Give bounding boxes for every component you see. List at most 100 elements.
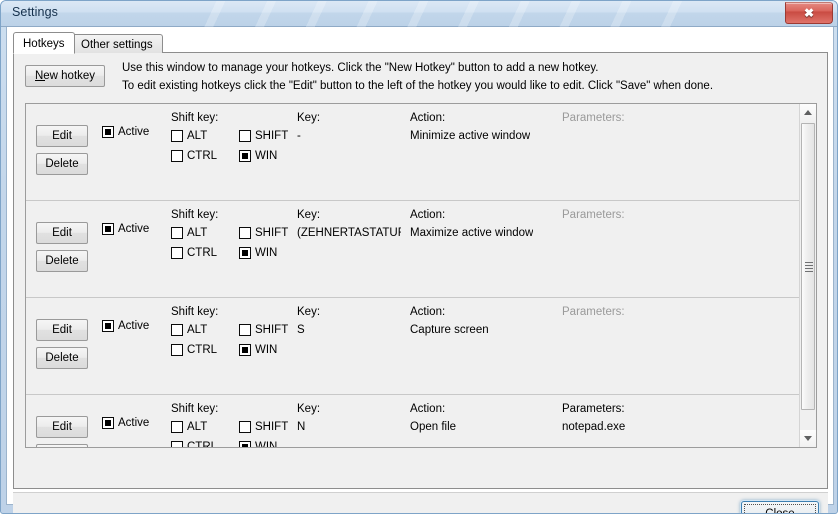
checkbox-icon bbox=[239, 247, 251, 259]
ctrl-checkbox[interactable]: CTRL bbox=[171, 344, 217, 356]
delete-button[interactable]: Delete bbox=[36, 250, 88, 272]
checkbox-icon bbox=[171, 344, 183, 356]
dialog-footer: Close bbox=[13, 492, 828, 513]
edit-button[interactable]: Edit bbox=[36, 222, 88, 244]
checkbox-icon bbox=[239, 130, 251, 142]
tab-hotkeys[interactable]: Hotkeys bbox=[13, 32, 75, 54]
close-x-icon: ✖ bbox=[803, 6, 815, 20]
delete-button[interactable]: Delete bbox=[36, 347, 88, 369]
shift-checkbox[interactable]: SHIFT bbox=[239, 227, 288, 239]
checkbox-icon bbox=[102, 417, 114, 429]
alt-checkbox[interactable]: ALT bbox=[171, 130, 207, 142]
parameters-value: notepad.exe bbox=[562, 421, 626, 433]
ctrl-label: CTRL bbox=[187, 344, 218, 356]
win-label: WIN bbox=[255, 150, 278, 162]
close-button[interactable]: Close bbox=[741, 501, 819, 513]
new-hotkey-label: New hotkey bbox=[34, 70, 96, 82]
edit-button[interactable]: Edit bbox=[36, 416, 88, 438]
alt-checkbox[interactable]: ALT bbox=[171, 324, 207, 336]
checkbox-icon bbox=[239, 324, 251, 336]
active-label: Active bbox=[118, 417, 150, 429]
triangle-down-icon bbox=[804, 436, 812, 441]
key-heading: Key: bbox=[297, 112, 321, 124]
tab-hotkeys-label: Hotkeys bbox=[23, 38, 65, 50]
key-heading: Key: bbox=[297, 209, 321, 221]
ctrl-checkbox[interactable]: CTRL bbox=[171, 150, 217, 162]
delete-button[interactable]: Delete bbox=[36, 153, 88, 175]
hotkey-row: Edit Delete Active Shift key: ALT bbox=[26, 201, 801, 298]
active-checkbox[interactable]: Active bbox=[102, 417, 149, 429]
win-label: WIN bbox=[255, 441, 278, 447]
action-value: Minimize active window bbox=[410, 130, 531, 142]
win-label: WIN bbox=[255, 247, 278, 259]
edit-button-label: Edit bbox=[52, 227, 72, 239]
shift-key-heading: Shift key: bbox=[171, 403, 219, 415]
shift-key-heading: Shift key: bbox=[171, 209, 219, 221]
win-label: WIN bbox=[255, 344, 278, 356]
active-checkbox[interactable]: Active bbox=[102, 320, 149, 332]
shift-checkbox[interactable]: SHIFT bbox=[239, 421, 288, 433]
checkbox-icon bbox=[171, 227, 183, 239]
alt-label: ALT bbox=[187, 324, 208, 336]
grip-lines-icon bbox=[805, 261, 813, 272]
win-checkbox[interactable]: WIN bbox=[239, 247, 277, 259]
win-checkbox[interactable]: WIN bbox=[239, 150, 277, 162]
alt-label: ALT bbox=[187, 421, 208, 433]
shift-label: SHIFT bbox=[255, 227, 289, 239]
alt-checkbox[interactable]: ALT bbox=[171, 421, 207, 433]
checkbox-icon bbox=[239, 421, 251, 433]
win-checkbox[interactable]: WIN bbox=[239, 441, 277, 447]
hotkey-list-panel: Edit Delete Active Shift key: ALT CTRL S… bbox=[25, 103, 817, 448]
edit-button-label: Edit bbox=[52, 130, 72, 142]
title-bar[interactable]: Settings ✖ bbox=[1, 1, 837, 27]
delete-button[interactable]: Delete bbox=[36, 444, 88, 447]
key-value: S bbox=[297, 324, 305, 336]
edit-button[interactable]: Edit bbox=[36, 125, 88, 147]
active-label: Active bbox=[118, 320, 150, 332]
client-area: Hotkeys Other settings New hotkey Use th… bbox=[6, 27, 834, 513]
tab-other-settings[interactable]: Other settings bbox=[71, 34, 163, 53]
ctrl-checkbox[interactable]: CTRL bbox=[171, 441, 217, 447]
delete-button-label: Delete bbox=[45, 158, 79, 170]
window-close-button[interactable]: ✖ bbox=[785, 2, 833, 24]
triangle-up-icon bbox=[804, 110, 812, 115]
checkbox-icon bbox=[171, 324, 183, 336]
scroll-down-button[interactable] bbox=[800, 430, 816, 447]
active-checkbox[interactable]: Active bbox=[102, 126, 149, 138]
active-checkbox[interactable]: Active bbox=[102, 223, 149, 235]
win-checkbox[interactable]: WIN bbox=[239, 344, 277, 356]
action-heading: Action: bbox=[410, 112, 446, 124]
action-value: Maximize active window bbox=[410, 227, 534, 239]
checkbox-icon bbox=[239, 150, 251, 162]
parameters-heading: Parameters: bbox=[562, 403, 625, 415]
shift-checkbox[interactable]: SHIFT bbox=[239, 130, 288, 142]
new-hotkey-button[interactable]: New hotkey bbox=[25, 65, 105, 87]
shift-checkbox[interactable]: SHIFT bbox=[239, 324, 288, 336]
ctrl-checkbox[interactable]: CTRL bbox=[171, 247, 217, 259]
ctrl-label: CTRL bbox=[187, 247, 218, 259]
key-heading: Key: bbox=[297, 403, 321, 415]
action-value: Capture screen bbox=[410, 324, 489, 336]
settings-window: Settings ✖ Hotkeys Other settings New ho… bbox=[0, 0, 838, 514]
checkbox-icon bbox=[102, 126, 114, 138]
action-heading: Action: bbox=[410, 306, 446, 318]
action-heading: Action: bbox=[410, 209, 446, 221]
scroll-up-button[interactable] bbox=[800, 104, 816, 121]
window-title: Settings bbox=[12, 5, 58, 19]
alt-checkbox[interactable]: ALT bbox=[171, 227, 207, 239]
key-heading: Key: bbox=[297, 306, 321, 318]
checkbox-icon bbox=[171, 441, 183, 447]
action-heading: Action: bbox=[410, 403, 446, 415]
scrollbar-thumb[interactable] bbox=[801, 123, 815, 410]
delete-button-label: Delete bbox=[45, 255, 79, 267]
vertical-scrollbar[interactable] bbox=[799, 104, 816, 447]
tab-other-settings-label: Other settings bbox=[81, 39, 153, 51]
active-label: Active bbox=[118, 223, 150, 235]
ctrl-label: CTRL bbox=[187, 441, 218, 447]
instruction-line-2: To edit existing hotkeys click the "Edit… bbox=[122, 80, 714, 92]
hotkey-row: Edit Delete Active Shift key: ALT bbox=[26, 104, 801, 201]
hotkey-row: Edit Delete Active Shift key: ALT bbox=[26, 298, 801, 395]
shift-key-heading: Shift key: bbox=[171, 112, 219, 124]
action-value: Open file bbox=[410, 421, 457, 433]
edit-button[interactable]: Edit bbox=[36, 319, 88, 341]
